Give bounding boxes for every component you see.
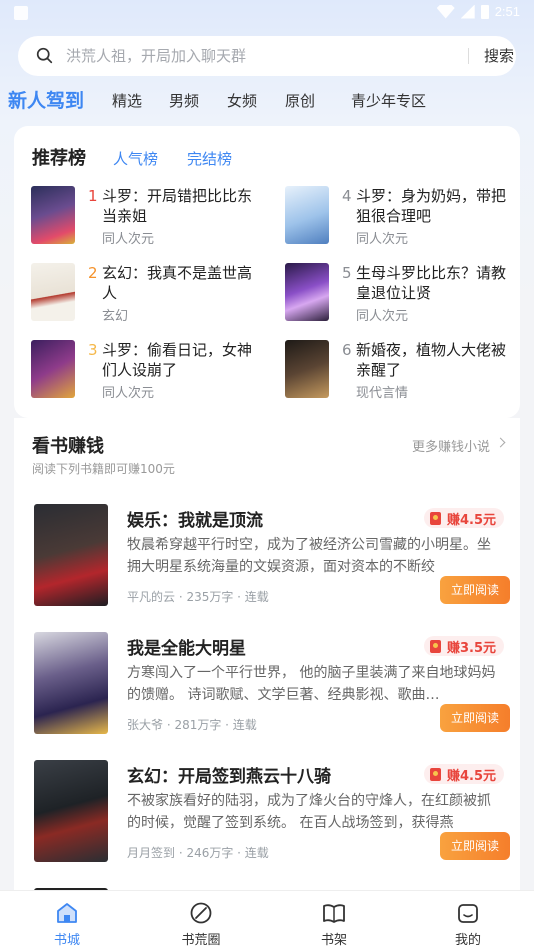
- book-description: 牧晨希穿越平行时空，成为了被经济公司雪藏的小明星。坐拥大明星系统海量的文娱资源，…: [127, 537, 491, 575]
- nav-label: 书城: [53, 933, 80, 948]
- earn-money-card: 看书赚钱 阅读下列书籍即可赚100元 更多赚钱小说 娱乐：我就是顶流 赚4.5元…: [14, 418, 520, 898]
- ranking-item[interactable]: 5 生母斗罗比比东？请教皇退位让贤 同人次元: [285, 263, 525, 325]
- book-cover: [31, 340, 75, 398]
- tab-original[interactable]: 原创: [285, 84, 315, 118]
- rank-number: 1: [88, 187, 98, 205]
- tab-featured[interactable]: 精选: [112, 84, 142, 118]
- app-notification-icon: [14, 6, 28, 20]
- book-cover: [31, 263, 75, 321]
- tab-male[interactable]: 男频: [169, 84, 199, 118]
- battery-icon: [480, 4, 489, 19]
- search-icon: [36, 47, 53, 64]
- read-now-button[interactable]: 立即阅读: [440, 704, 510, 732]
- book-category: 同人次元: [102, 232, 155, 247]
- nav-label: 书架: [320, 933, 347, 948]
- book-title: 玄幻：我真不是盖世高人: [102, 264, 253, 302]
- book-row[interactable]: 玄幻：开局签到燕云十八骑 赚4.5元 不被家族看好的陆羽，成为了烽火台的守烽人，…: [32, 760, 510, 864]
- reward-badge: 赚3.5元: [423, 636, 504, 656]
- ranking-item[interactable]: 6 新婚夜，植物人大佬被亲醒了 现代言情: [285, 340, 525, 402]
- reward-badge: 赚4.5元: [423, 508, 504, 528]
- clock: 2:51: [494, 4, 520, 19]
- red-packet-icon: [429, 767, 441, 781]
- search-input[interactable]: 洪荒人祖，开局加入聊天群: [66, 36, 446, 76]
- reward-amount: 赚4.5元: [446, 512, 496, 528]
- ranking-item[interactable]: 2 玄幻：我真不是盖世高人 玄幻: [31, 263, 271, 325]
- book-title: 斗罗：开局错把比比东当亲姐: [102, 187, 253, 225]
- ranking-item[interactable]: 3 斗罗：偷看日记，女神们人设崩了 同人次元: [31, 340, 271, 402]
- book-cover: [31, 186, 75, 244]
- book-title: 新婚夜，植物人大佬被亲醒了: [356, 341, 507, 379]
- book-cover: [34, 632, 108, 734]
- bottom-nav: 书城 书荒圈 书架 我的: [0, 890, 534, 950]
- ranking-item[interactable]: 1 斗罗：开局错把比比东当亲姐 同人次元: [31, 186, 271, 248]
- tab-popular[interactable]: 人气榜: [113, 146, 158, 172]
- tab-newcomer[interactable]: 新人驾到: [8, 84, 84, 118]
- read-now-button[interactable]: 立即阅读: [440, 832, 510, 860]
- nav-label: 我的: [454, 933, 481, 948]
- tab-youth-zone[interactable]: 青少年专区: [351, 84, 426, 118]
- rank-number: 2: [88, 264, 98, 282]
- tab-recommended[interactable]: 推荐榜: [32, 146, 86, 172]
- book-title: 斗罗：偷看日记，女神们人设崩了: [102, 341, 253, 379]
- chevron-right-icon: [495, 437, 506, 448]
- book-cover: [285, 186, 329, 244]
- nav-bookstore[interactable]: 书城: [27, 891, 107, 950]
- search-divider: [468, 48, 469, 64]
- book-category: 同人次元: [356, 232, 409, 247]
- reward-badge: 赚4.5元: [423, 764, 504, 784]
- nav-book-circle[interactable]: 书荒圈: [161, 891, 241, 950]
- book-category: 同人次元: [356, 309, 409, 324]
- book-description: 方寒闯入了一个平行世界， 他的脑子里装满了来自地球妈妈的馈赠。 诗词歌赋、文学巨…: [127, 665, 496, 703]
- book-title: 娱乐：我就是顶流: [127, 511, 263, 531]
- status-bar: 2:51: [0, 0, 534, 26]
- reward-amount: 赚3.5元: [446, 640, 496, 656]
- ranking-card: 推荐榜 人气榜 完结榜 1 斗罗：开局错把比比东当亲姐 同人次元 2 玄幻：我真…: [14, 126, 520, 418]
- tab-female[interactable]: 女频: [227, 84, 257, 118]
- red-packet-icon: [429, 639, 441, 653]
- book-title: 我是全能大明星: [127, 639, 246, 659]
- book-icon: [323, 904, 345, 923]
- book-description: 不被家族看好的陆羽，成为了烽火台的守烽人，在红颜被抓的时候，觉醒了签到系统。 在…: [127, 793, 491, 831]
- book-row[interactable]: 娱乐：我就是顶流 赚4.5元 牧晨希穿越平行时空，成为了被经济公司雪藏的小明星。…: [32, 504, 510, 608]
- rank-number: 3: [88, 341, 98, 359]
- section-title: 看书赚钱: [32, 436, 104, 457]
- section-subtitle: 阅读下列书籍即可赚100元: [32, 462, 175, 476]
- book-title: 生母斗罗比比东？请教皇退位让贤: [356, 264, 507, 302]
- channel-tabs: 新人驾到 精选 男频 女频 原创 青少年专区: [0, 84, 534, 118]
- home-icon: [57, 903, 77, 923]
- book-title: 玄幻：开局签到燕云十八骑: [127, 767, 331, 787]
- book-title: 斗罗：身为奶妈，带把狙很合理吧: [356, 187, 507, 225]
- reward-amount: 赚4.5元: [446, 768, 496, 784]
- book-category: 玄幻: [102, 309, 129, 324]
- rank-number: 5: [342, 264, 352, 282]
- book-cover: [34, 504, 108, 606]
- nav-profile[interactable]: 我的: [428, 891, 508, 950]
- profile-icon: [458, 904, 478, 923]
- signal-icon: [460, 4, 475, 19]
- more-earn-books-link[interactable]: 更多赚钱小说: [412, 436, 490, 455]
- nav-bookshelf[interactable]: 书架: [294, 891, 374, 950]
- book-category: 现代言情: [356, 386, 409, 401]
- book-cover: [285, 340, 329, 398]
- book-cover: [285, 263, 329, 321]
- rank-number: 6: [342, 341, 352, 359]
- ranking-item[interactable]: 4 斗罗：身为奶妈，带把狙很合理吧 同人次元: [285, 186, 525, 248]
- wifi-icon: [436, 4, 455, 19]
- tab-completed[interactable]: 完结榜: [187, 146, 232, 172]
- book-category: 同人次元: [102, 386, 155, 401]
- rank-number: 4: [342, 187, 352, 205]
- search-bar[interactable]: 洪荒人祖，开局加入聊天群 搜索: [18, 36, 516, 76]
- read-now-button[interactable]: 立即阅读: [440, 576, 510, 604]
- compass-icon: [190, 902, 212, 924]
- book-meta: 张大爷 · 281万字 · 连载: [127, 718, 257, 732]
- book-meta: 月月签到 · 246万字 · 连载: [127, 846, 269, 860]
- search-button[interactable]: 搜索: [484, 36, 514, 76]
- book-meta: 平凡的云 · 235万字 · 连载: [127, 590, 269, 604]
- book-row[interactable]: 我是全能大明星 赚3.5元 方寒闯入了一个平行世界， 他的脑子里装满了来自地球妈…: [32, 632, 510, 736]
- book-cover: [34, 760, 108, 862]
- red-packet-icon: [429, 511, 441, 525]
- nav-label: 书荒圈: [181, 933, 221, 948]
